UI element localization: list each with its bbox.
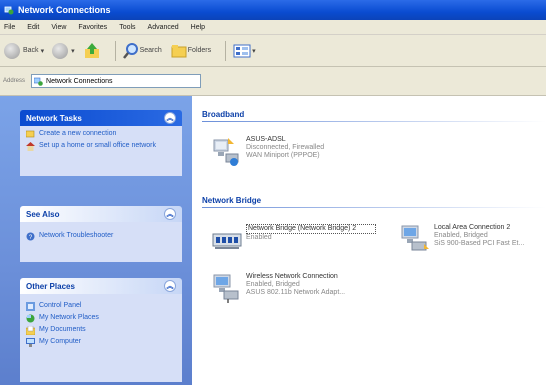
- connection-name: ASUS-ADSL: [246, 136, 286, 143]
- see-also-panel: See Also ︽ ? Network Troubleshooter: [20, 206, 182, 262]
- connection-name: Network Bridge (Network Bridge) 2: [246, 224, 376, 234]
- toolbar-separator: [225, 40, 227, 61]
- forward-arrow-icon: [52, 42, 69, 59]
- connection-status: Enabled, Bridged: [434, 232, 488, 239]
- connection-asus-adsl[interactable]: ASUS-ADSL Disconnected, Firewalled WAN M…: [212, 136, 324, 166]
- connection-local-area-2[interactable]: Local Area Connection 2 Enabled, Bridged…: [400, 224, 546, 254]
- connection-status: Enabled: [246, 234, 272, 241]
- network-connections-icon: [34, 77, 43, 86]
- task-home-network[interactable]: Set up a home or small office network: [26, 142, 176, 151]
- broadband-connection-icon: [212, 136, 242, 166]
- documents-folder-icon: [26, 326, 35, 335]
- group-header-network-bridge: Network Bridge: [202, 196, 262, 205]
- toolbar-separator: [114, 40, 116, 61]
- connection-network-bridge[interactable]: Network Bridge (Network Bridge) 2 Enable…: [212, 224, 376, 254]
- see-also-header[interactable]: See Also ︽: [20, 206, 182, 222]
- connection-device: ASUS 802.11b Network Adapt...: [246, 289, 346, 296]
- group-divider: [202, 207, 546, 208]
- wireless-connection-icon: [212, 273, 242, 303]
- control-panel-icon: [26, 302, 35, 311]
- menu-bar: File Edit View Favorites Tools Advanced …: [0, 20, 546, 35]
- network-tasks-panel: Network Tasks ︽ Create a new connection …: [20, 110, 182, 176]
- place-my-computer[interactable]: My Computer: [26, 338, 176, 347]
- forward-button[interactable]: ▾: [52, 42, 75, 59]
- address-label: Address: [3, 78, 26, 84]
- network-connections-icon: [4, 5, 14, 15]
- network-bridge-icon: [212, 224, 242, 254]
- connection-status: Disconnected, Firewalled: [246, 144, 325, 151]
- task-create-connection[interactable]: Create a new connection: [26, 130, 176, 139]
- network-tasks-header[interactable]: Network Tasks ︽: [20, 110, 182, 126]
- collapse-icon[interactable]: ︽: [164, 112, 176, 124]
- folders-button[interactable]: Folders: [170, 42, 211, 60]
- menu-advanced[interactable]: Advanced: [148, 24, 179, 31]
- menu-file[interactable]: File: [4, 24, 15, 31]
- up-folder-icon: [84, 42, 99, 58]
- task-pane: Network Tasks ︽ Create a new connection …: [0, 96, 192, 385]
- computer-icon: [26, 338, 35, 347]
- menu-favorites[interactable]: Favorites: [78, 24, 107, 31]
- back-arrow-icon: [4, 42, 20, 59]
- menu-help[interactable]: Help: [191, 24, 205, 31]
- views-icon: [233, 44, 251, 57]
- address-field[interactable]: Network Connections: [31, 74, 202, 88]
- connections-list: Broadband ASUS-ADSL Disconnected, Firewa…: [192, 96, 546, 385]
- troubleshooter-icon: ?: [26, 232, 35, 241]
- connection-status: Enabled, Bridged: [246, 281, 300, 288]
- other-places-header[interactable]: Other Places ︽: [20, 278, 182, 294]
- lan-connection-icon: [400, 224, 430, 254]
- home-network-icon: [26, 142, 35, 151]
- window-title: Network Connections: [18, 5, 111, 15]
- toolbar: Back ▾ ▾ Search Folders ▾: [0, 35, 546, 67]
- network-places-icon: [26, 314, 35, 323]
- title-bar: Network Connections: [0, 0, 546, 20]
- place-control-panel[interactable]: Control Panel: [26, 302, 176, 311]
- connection-name: Wireless Network Connection: [246, 273, 338, 280]
- views-button[interactable]: ▾: [232, 42, 256, 60]
- up-button[interactable]: [83, 42, 101, 60]
- menu-tools[interactable]: Tools: [119, 24, 135, 31]
- menu-view[interactable]: View: [51, 24, 66, 31]
- menu-edit[interactable]: Edit: [27, 24, 39, 31]
- back-button[interactable]: Back ▾: [4, 42, 44, 59]
- new-connection-icon: [26, 130, 35, 138]
- group-header-broadband: Broadband: [202, 110, 245, 119]
- connection-device: WAN Miniport (PPPOE): [246, 152, 320, 159]
- connection-name: Local Area Connection 2: [434, 224, 511, 231]
- place-my-documents[interactable]: My Documents: [26, 326, 176, 335]
- connection-device: SiS 900-Based PCI Fast Et...: [434, 240, 525, 247]
- address-bar: Address Network Connections: [0, 67, 546, 96]
- search-button[interactable]: Search: [122, 42, 162, 60]
- task-network-troubleshooter[interactable]: ? Network Troubleshooter: [26, 232, 176, 241]
- search-icon: [122, 42, 138, 59]
- folders-icon: [171, 44, 187, 57]
- collapse-icon[interactable]: ︽: [164, 208, 176, 220]
- group-divider: [202, 121, 546, 122]
- connection-wireless[interactable]: Wireless Network Connection Enabled, Bri…: [212, 273, 396, 303]
- collapse-icon[interactable]: ︽: [164, 280, 176, 292]
- other-places-panel: Other Places ︽ Control Panel My Network …: [20, 278, 182, 382]
- place-my-network-places[interactable]: My Network Places: [26, 314, 176, 323]
